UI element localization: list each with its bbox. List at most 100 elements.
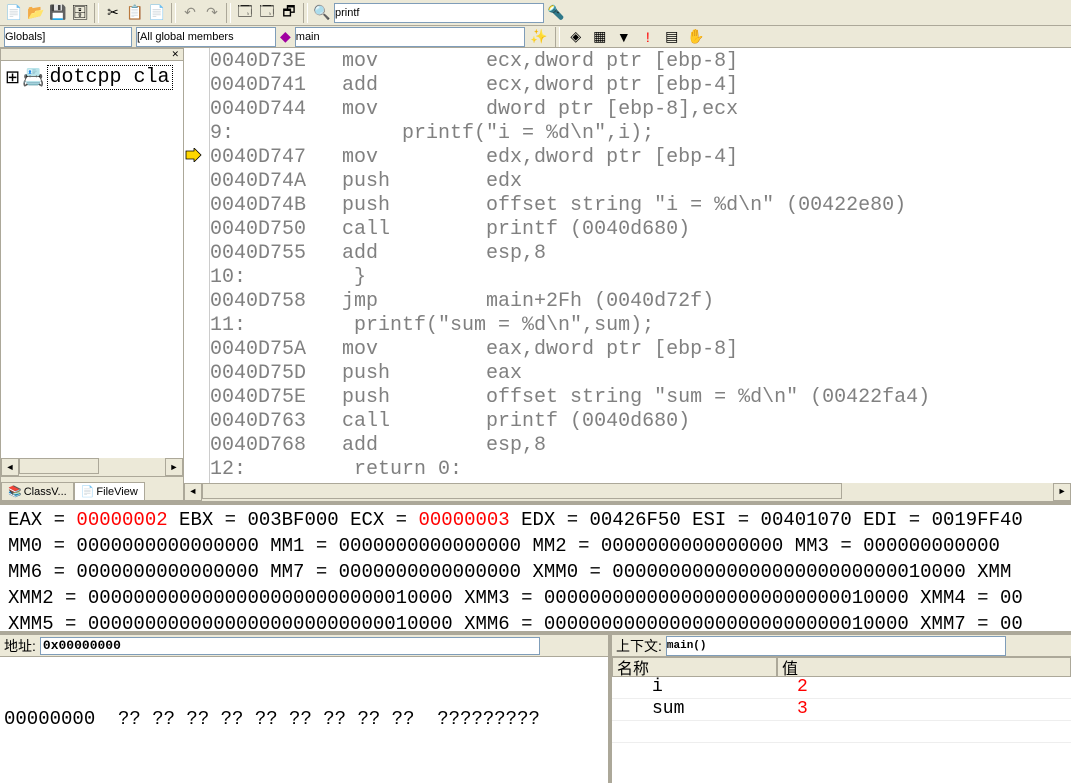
tool-icon-3[interactable]: ▼ xyxy=(614,27,634,47)
asm-line: 0040D741 add ecx,dword ptr [ebp-4] xyxy=(210,74,1063,98)
registers-panel[interactable]: EAX = 00000002 EBX = 003BF000 ECX = 0000… xyxy=(0,501,1071,631)
var-value: 3 xyxy=(777,699,828,720)
col-name[interactable]: 名称 xyxy=(612,657,777,677)
search-go-icon[interactable]: 🔦 xyxy=(546,3,566,23)
tool-icon-1[interactable]: ◈ xyxy=(566,27,586,47)
scroll-left-icon[interactable]: ◄ xyxy=(1,458,19,476)
separator xyxy=(94,3,99,23)
memory-panel: 地址: 00000000 ?? ?? ?? ?? ?? ?? ?? ?? ?? … xyxy=(0,635,612,783)
tree-item[interactable]: ⊞ 📇 dotcpp cla xyxy=(5,65,179,90)
members-combo[interactable] xyxy=(136,27,276,47)
reg-label: EAX = xyxy=(8,509,76,531)
variables-panel: 上下文: 名称 值 i 2 sum 3 xyxy=(612,635,1071,783)
function-combo[interactable] xyxy=(295,27,525,47)
scroll-right-icon[interactable]: ► xyxy=(1053,483,1071,501)
new-file-icon[interactable]: 📄 xyxy=(4,3,24,23)
undo-icon[interactable]: ↶ xyxy=(180,3,200,23)
globals-combo[interactable] xyxy=(4,27,132,47)
hand-icon[interactable]: ✋ xyxy=(686,27,706,47)
panel-header: ✕ xyxy=(1,49,183,61)
copy-icon[interactable]: 📋 xyxy=(125,3,145,23)
tool-icon-5[interactable]: ▤ xyxy=(662,27,682,47)
separator xyxy=(303,3,308,23)
asm-line: 0040D75E push offset string "sum = %d\n"… xyxy=(210,386,1063,410)
paste-icon[interactable]: 📄 xyxy=(147,3,167,23)
class-tree[interactable]: ⊞ 📇 dotcpp cla xyxy=(1,61,183,458)
reg-text: EBX = 003BF000 ECX = xyxy=(168,509,419,531)
scroll-left-icon[interactable]: ◄ xyxy=(184,483,202,501)
close-icon[interactable]: ✕ xyxy=(171,49,179,60)
tool-icon-2[interactable]: ▦ xyxy=(590,27,610,47)
class-icon: 📇 xyxy=(22,67,44,89)
table-row[interactable]: sum 3 xyxy=(612,699,1071,721)
execution-arrow-icon xyxy=(184,146,202,170)
table-row[interactable]: i 2 xyxy=(612,677,1071,699)
asm-line: 0040D758 jmp main+2Fh (0040d72f) xyxy=(210,290,1063,314)
asm-line: 0040D74A push edx xyxy=(210,170,1063,194)
wizard-icon[interactable]: ✨ xyxy=(529,27,549,47)
variables-table[interactable]: 名称 值 i 2 sum 3 xyxy=(612,657,1071,783)
table-row[interactable] xyxy=(612,721,1071,743)
table-header: 名称 值 xyxy=(612,657,1071,677)
scroll-thumb[interactable] xyxy=(202,483,842,499)
bullet-icon: ◆ xyxy=(280,28,291,45)
scroll-thumb[interactable] xyxy=(19,458,99,474)
asm-line: 0040D73E mov ecx,dword ptr [ebp-8] xyxy=(210,50,1063,74)
source-line: 11: printf("sum = %d\n",sum); xyxy=(210,314,1063,338)
side-tabs: 📚ClassV... 📄FileView xyxy=(1,476,183,500)
open-icon[interactable]: 📂 xyxy=(26,3,46,23)
separator xyxy=(171,3,176,23)
context-label: 上下文: xyxy=(616,636,662,656)
search-combo[interactable] xyxy=(334,3,544,23)
tab-label: FileView xyxy=(96,486,137,498)
cut-icon[interactable]: ✂ xyxy=(103,3,123,23)
code-scrollbar[interactable]: ◄ ► xyxy=(184,483,1071,501)
main-area: ✕ ⊞ 📇 dotcpp cla ◄ ► 📚ClassV... 📄FileVie… xyxy=(0,48,1071,501)
fileview-icon: 📄 xyxy=(81,485,95,498)
var-name: sum xyxy=(612,699,777,720)
save-icon[interactable]: 💾 xyxy=(48,3,68,23)
var-value: 2 xyxy=(777,677,828,698)
asm-line: 0040D768 add esp,8 xyxy=(210,434,1063,458)
reg-line: XMM2 = 00000000000000000000000000010000 … xyxy=(8,587,1023,609)
tab-fileview[interactable]: 📄FileView xyxy=(74,482,145,500)
address-input[interactable] xyxy=(40,637,540,655)
reg-value: 00000003 xyxy=(418,509,509,531)
main-toolbar: 📄 📂 💾 🗄 ✂ 📋 📄 ↶ ↷ 🗔 🗔 🗗 🔍 🔦 xyxy=(0,0,1071,26)
disassembly-panel[interactable]: 0040D73E mov ecx,dword ptr [ebp-8] 0040D… xyxy=(184,48,1071,501)
col-value[interactable]: 值 xyxy=(777,657,1071,677)
separator xyxy=(555,27,560,47)
source-line: 9: printf("i = %d\n",i); xyxy=(210,122,1063,146)
source-line: 12: return 0: xyxy=(210,458,1063,482)
address-label: 地址: xyxy=(4,636,36,656)
scroll-right-icon[interactable]: ► xyxy=(165,458,183,476)
tree-item-label[interactable]: dotcpp cla xyxy=(47,65,173,90)
tab-classview[interactable]: 📚ClassV... xyxy=(1,482,74,500)
output-icon[interactable]: 🗔 xyxy=(257,3,277,23)
asm-line: 0040D750 call printf (0040d680) xyxy=(210,218,1063,242)
workspace-icon[interactable]: 🗔 xyxy=(235,3,255,23)
asm-line: 0040D744 mov dword ptr [ebp-8],ecx xyxy=(210,98,1063,122)
classview-icon: 📚 xyxy=(8,485,22,498)
memory-row: 00000000 ?? ?? ?? ?? ?? ?? ?? ?? ?? ????… xyxy=(4,707,604,731)
expand-icon[interactable]: ⊞ xyxy=(5,67,20,89)
reg-line: MM6 = 0000000000000000 MM7 = 00000000000… xyxy=(8,561,1011,583)
find-icon[interactable]: 🔍 xyxy=(312,3,332,23)
context-combo[interactable] xyxy=(666,636,1006,656)
tab-label: ClassV... xyxy=(24,486,67,498)
variables-header: 上下文: xyxy=(612,635,1071,657)
tool-icon-4[interactable]: ! xyxy=(638,27,658,47)
save-all-icon[interactable]: 🗄 xyxy=(70,3,90,23)
memory-row: 00000009 ?? ?? ?? ?? ?? ?? ?? ?? ?? ????… xyxy=(4,779,604,783)
var-name: i xyxy=(612,677,777,698)
bottom-area: 地址: 00000000 ?? ?? ?? ?? ?? ?? ?? ?? ?? … xyxy=(0,631,1071,783)
redo-icon[interactable]: ↷ xyxy=(202,3,222,23)
reg-text: EDX = 00426F50 ESI = 00401070 EDI = 0019… xyxy=(510,509,1023,531)
asm-line: 0040D755 add esp,8 xyxy=(210,242,1063,266)
memory-dump[interactable]: 00000000 ?? ?? ?? ?? ?? ?? ?? ?? ?? ????… xyxy=(0,657,608,783)
memory-header: 地址: xyxy=(0,635,608,657)
workspace-panel: ✕ ⊞ 📇 dotcpp cla ◄ ► 📚ClassV... 📄FileVie… xyxy=(0,48,184,501)
side-scrollbar[interactable]: ◄ ► xyxy=(1,458,183,476)
source-line: 10: } xyxy=(210,266,1063,290)
window-icon[interactable]: 🗗 xyxy=(279,3,299,23)
